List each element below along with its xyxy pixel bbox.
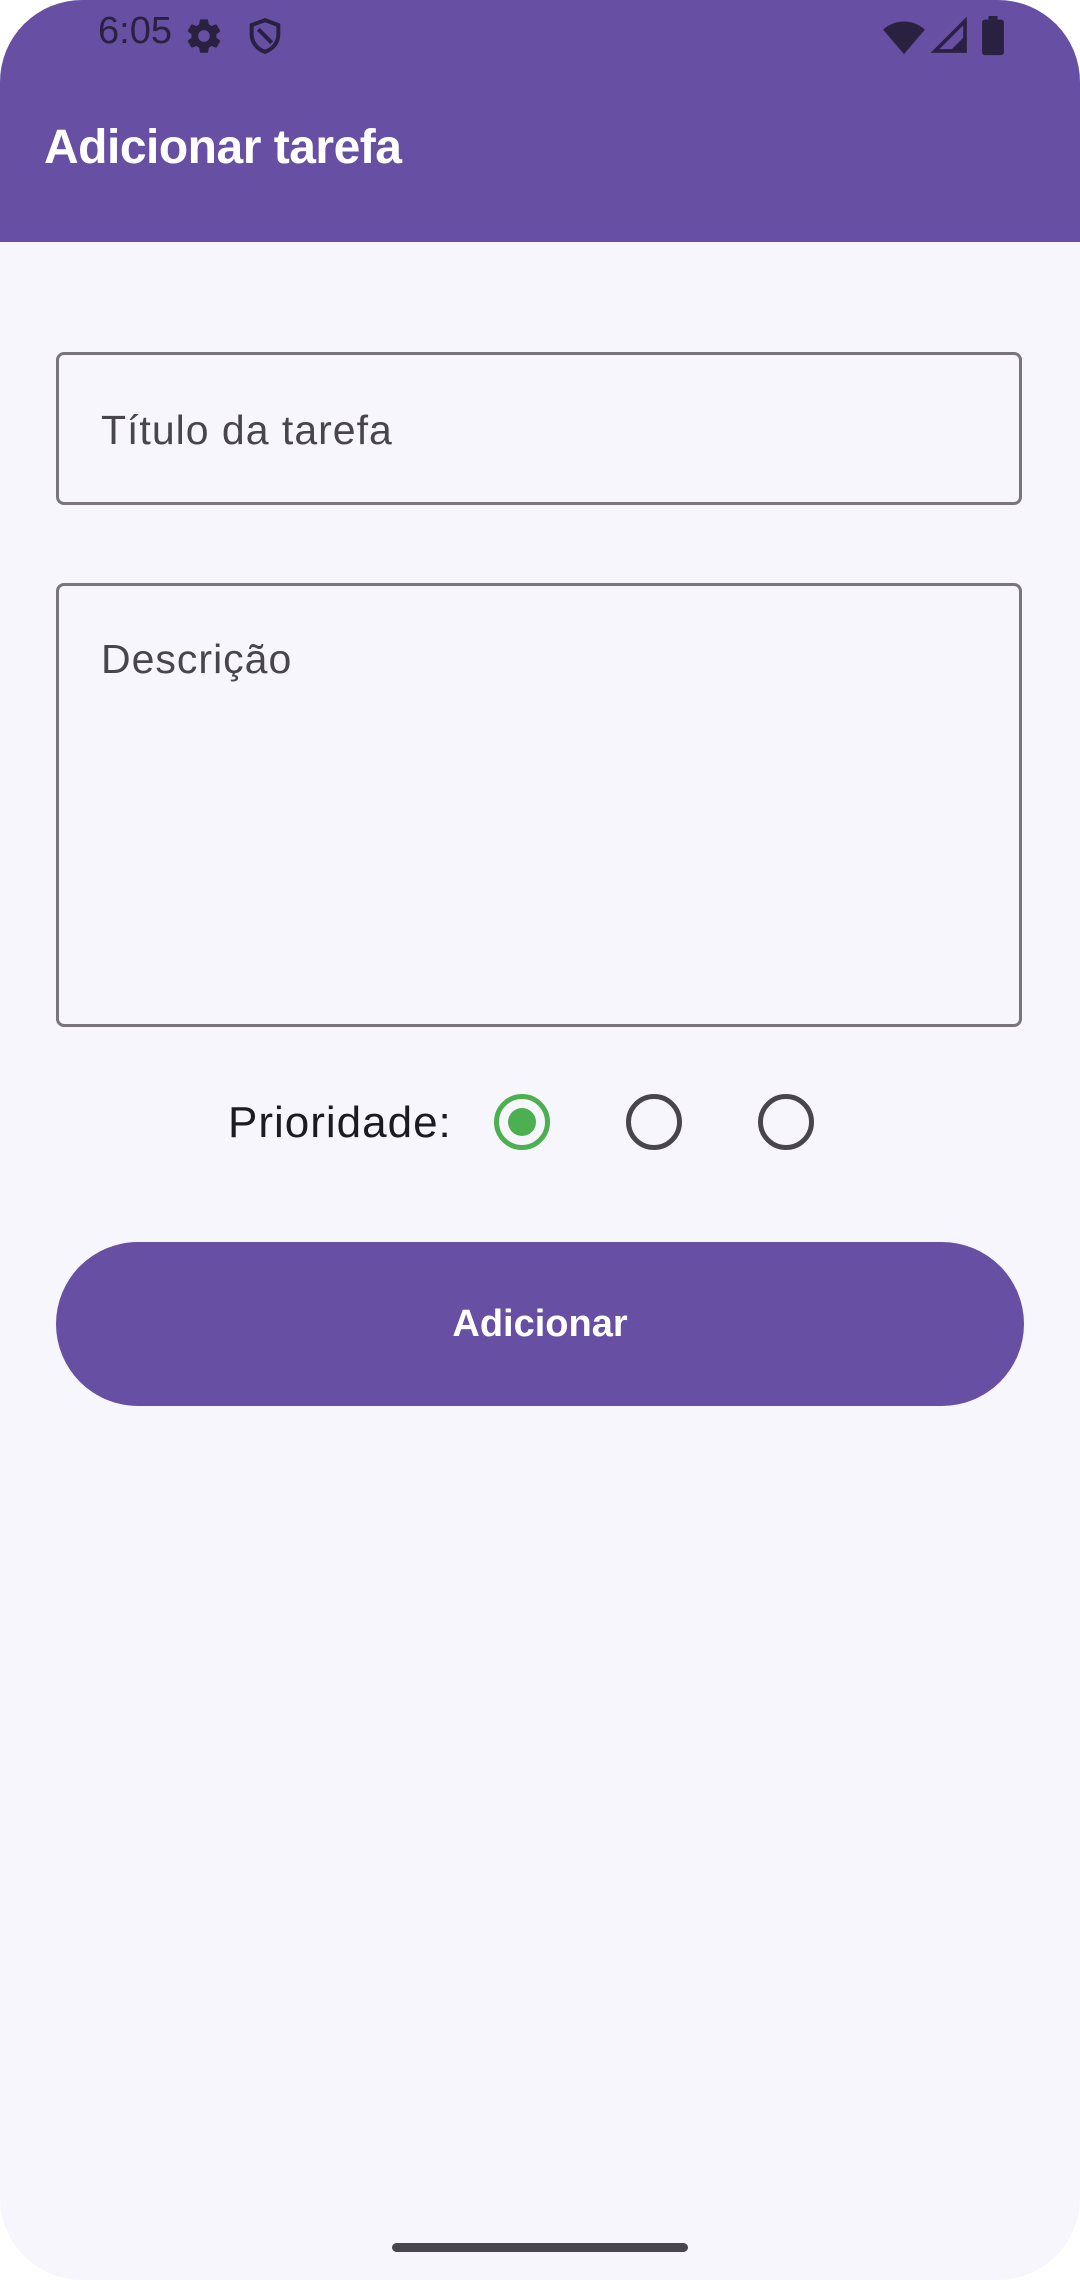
- battery-icon: [980, 16, 1006, 56]
- task-title-placeholder: Título da tarefa: [101, 407, 393, 453]
- description-placeholder: Descrição: [101, 636, 293, 682]
- shield-icon: [245, 16, 285, 56]
- priority-radio-1[interactable]: [494, 1094, 550, 1150]
- gear-icon: [184, 16, 224, 56]
- priority-label: Prioridade:: [228, 1098, 452, 1147]
- signal-icon: [930, 16, 970, 56]
- task-title-field[interactable]: Título da tarefa: [56, 352, 1022, 505]
- gesture-nav-handle[interactable]: [392, 2243, 688, 2252]
- screen: 6:05 Adicionar tarefa Título da tarefa D…: [0, 0, 1080, 2280]
- priority-row: Prioridade:: [0, 1092, 1080, 1162]
- page-title: Adicionar tarefa: [44, 121, 402, 174]
- wifi-icon: [882, 16, 926, 56]
- priority-radio-3[interactable]: [758, 1094, 814, 1150]
- add-button[interactable]: Adicionar: [56, 1242, 1024, 1406]
- priority-radio-2[interactable]: [626, 1094, 682, 1150]
- description-field[interactable]: Descrição: [56, 583, 1022, 1027]
- app-bar: 6:05 Adicionar tarefa: [0, 0, 1080, 242]
- radio-selected-dot: [508, 1108, 536, 1136]
- status-time: 6:05: [98, 10, 172, 52]
